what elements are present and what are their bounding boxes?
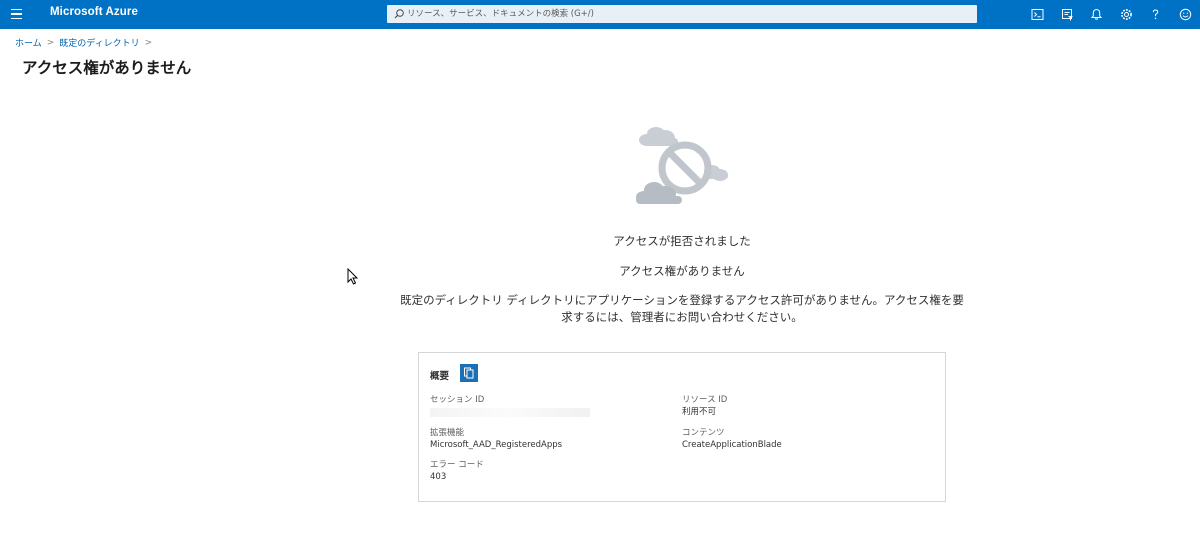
resource-id-label: リソース ID — [682, 395, 728, 405]
content-label: コンテンツ — [682, 428, 725, 438]
access-detail-line-2: 求するには、管理者にお問い合わせください。 — [561, 310, 803, 324]
chevron-right-icon: > — [46, 37, 55, 48]
error-code-field: エラー コード 403 — [430, 459, 484, 483]
copy-button[interactable] — [460, 364, 478, 382]
resource-id-field: リソース ID 利用不可 — [682, 394, 727, 418]
access-denied-cloud-icon — [632, 124, 732, 208]
session-id-field: セッション ID — [430, 394, 590, 417]
content-value: CreateApplicationBlade — [682, 440, 782, 450]
resource-id-value: 利用不可 — [682, 407, 717, 417]
access-detail-text: 既定のディレクトリ ディレクトリにアプリケーションを登録するアクセス許可がありま… — [400, 292, 964, 326]
extension-field: 拡張機能 Microsoft_AAD_RegisteredApps — [430, 427, 562, 451]
session-id-label: セッション ID — [430, 395, 485, 405]
content-field: コンテンツ CreateApplicationBlade — [682, 427, 782, 451]
notifications-icon[interactable] — [1082, 0, 1112, 29]
cloud-shell-icon[interactable] — [1023, 0, 1053, 29]
no-access-text: アクセス権がありません — [619, 264, 745, 278]
menu-icon[interactable] — [8, 4, 28, 24]
help-icon[interactable] — [1141, 0, 1171, 29]
summary-panel: 概要 セッション ID リソース ID 利用不可 拡張機能 Microsoft_… — [418, 352, 946, 502]
copy-icon — [464, 367, 474, 379]
extension-label: 拡張機能 — [430, 428, 465, 438]
settings-icon[interactable] — [1112, 0, 1142, 29]
brand-title[interactable]: Microsoft Azure — [50, 6, 138, 18]
feedback-icon[interactable] — [1171, 0, 1200, 29]
access-detail-line-1: 既定のディレクトリ ディレクトリにアプリケーションを登録するアクセス許可がありま… — [400, 293, 964, 307]
page-title: アクセス権がありません — [22, 59, 192, 77]
session-id-value — [430, 408, 590, 417]
search-icon — [393, 8, 405, 20]
breadcrumb-directory[interactable]: 既定のディレクトリ — [59, 36, 139, 49]
summary-title: 概要 — [430, 371, 450, 382]
breadcrumb: ホーム > 既定のディレクトリ > — [15, 36, 157, 50]
error-code-label: エラー コード — [430, 460, 484, 470]
search-input[interactable] — [407, 6, 967, 22]
directory-filter-icon[interactable] — [1053, 0, 1083, 29]
access-denied-heading: アクセスが拒否されました — [613, 234, 751, 248]
top-bar: Microsoft Azure — [0, 0, 1200, 29]
search-box[interactable] — [387, 5, 977, 23]
mouse-cursor-icon — [347, 267, 359, 285]
chevron-right-icon: > — [144, 37, 153, 48]
breadcrumb-home[interactable]: ホーム — [15, 36, 42, 49]
extension-value: Microsoft_AAD_RegisteredApps — [430, 440, 563, 450]
error-code-value: 403 — [430, 472, 447, 482]
